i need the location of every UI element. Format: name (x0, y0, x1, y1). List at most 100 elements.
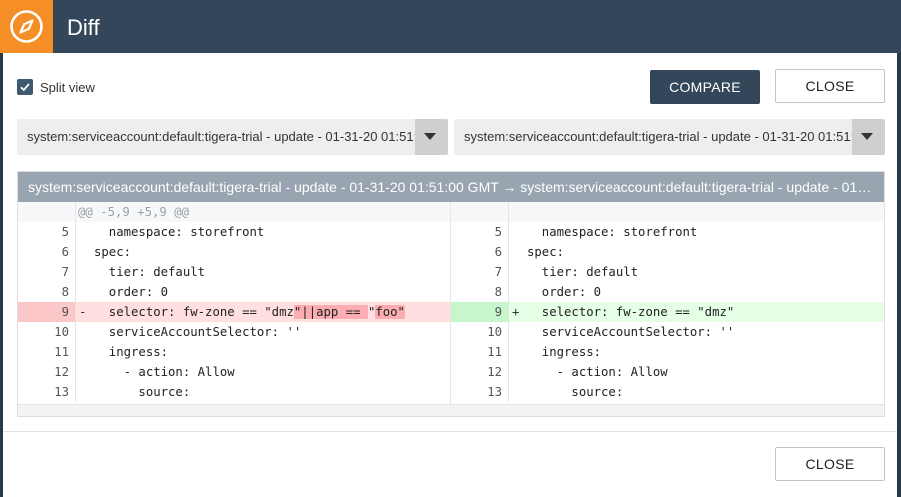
diff-marker (512, 282, 526, 302)
diff-right-pane[interactable]: 5 namespace: storefront 6 spec: 7 tier: def… (451, 202, 884, 404)
footer-divider (3, 431, 897, 432)
code-line: 8 order: 0 (18, 282, 450, 302)
code-text: ingress: (94, 345, 169, 359)
code-line: 10 serviceAccountSelector: '' (18, 322, 450, 342)
diff-left-pane[interactable]: @@ -5,9 +5,9 @@ 5 namespace: storefront 6 s… (18, 202, 451, 404)
logo (0, 0, 53, 53)
code-text: namespace: storefront (527, 225, 698, 239)
code-text: tier: default (94, 265, 206, 279)
diff-marker (512, 262, 526, 282)
left-version-select[interactable]: system:serviceaccount:default:tigera-tri… (17, 119, 448, 155)
diff-marker (79, 342, 93, 362)
code-line: 8 order: 0 (451, 282, 884, 302)
caret-down-icon (424, 133, 436, 140)
split-view-toggle[interactable]: Split view (17, 79, 95, 95)
hunk-header: @@ -5,9 +5,9 @@ (78, 205, 190, 219)
code-line: 7 tier: default (451, 262, 884, 282)
code-text: spec: (94, 245, 132, 259)
left-version-value: system:serviceaccount:default:tigera-tri… (27, 129, 423, 144)
line-number: 11 (451, 342, 509, 362)
diff-marker (512, 362, 526, 382)
right-version-select[interactable]: system:serviceaccount:default:tigera-tri… (454, 119, 885, 155)
hunk-header-row (451, 202, 884, 222)
diff-marker (79, 382, 93, 402)
diff-marker: + (512, 305, 520, 319)
line-number: 13 (451, 382, 509, 402)
line-number: 11 (18, 342, 76, 362)
code-line: 10 serviceAccountSelector: '' (451, 322, 884, 342)
line-number: 5 (18, 222, 76, 242)
diff-marker (79, 242, 93, 262)
code-line: 11 ingress: (451, 342, 884, 362)
code-text: serviceAccountSelector: '' (527, 325, 735, 339)
line-number: 9 (18, 302, 76, 322)
diff-marker (512, 322, 526, 342)
diff-marker: - (79, 305, 87, 319)
line-number: 13 (18, 382, 76, 402)
code-text: selector: fw-zone == "dmz" (527, 305, 735, 319)
line-number: 8 (18, 282, 76, 302)
diff-panel: system:serviceaccount:default:tigera-tri… (17, 171, 885, 417)
line-number: 9 (451, 302, 509, 322)
code-line: 5 namespace: storefront (451, 222, 884, 242)
diff-marker (512, 382, 526, 402)
line-number: 10 (451, 322, 509, 342)
code-line: 5 namespace: storefront (18, 222, 450, 242)
code-line: 12 - action: Allow (18, 362, 450, 382)
close-button-top[interactable]: CLOSE (775, 69, 885, 103)
line-number (451, 202, 509, 222)
line-number: 7 (18, 262, 76, 282)
code-text: namespace: storefront (94, 225, 265, 239)
left-select-dropdown[interactable] (415, 119, 448, 155)
diff-marker (512, 242, 526, 262)
diff-marker (79, 222, 93, 242)
line-number: 8 (451, 282, 509, 302)
split-view-label: Split view (40, 79, 95, 95)
code-text: serviceAccountSelector: '' (94, 325, 302, 339)
line-number: 5 (451, 222, 509, 242)
deleted-line: 9- selector: fw-zone == "dmz"||app == "f… (18, 302, 450, 322)
hunk-header-row: @@ -5,9 +5,9 @@ (18, 202, 450, 222)
code-line: 13 source: (18, 382, 450, 402)
line-number: 10 (18, 322, 76, 342)
horizontal-scrollbar[interactable] (18, 404, 884, 416)
code-text: tier: default (527, 265, 639, 279)
deleted-highlight: foo" (375, 305, 405, 319)
line-number: 6 (18, 242, 76, 262)
code-line: 7 tier: default (18, 262, 450, 282)
deleted-highlight: "||app == (293, 305, 368, 319)
line-number: 12 (451, 362, 509, 382)
code-line: 12 - action: Allow (451, 362, 884, 382)
code-text: - action: Allow (527, 365, 668, 379)
code-text: order: 0 (94, 285, 169, 299)
split-view-checkbox[interactable] (17, 79, 33, 95)
code-text: selector: fw-zone == "dmz"||app == "foo" (94, 302, 405, 322)
code-text: order: 0 (527, 285, 602, 299)
diff-marker (79, 322, 93, 342)
right-version-value: system:serviceaccount:default:tigera-tri… (464, 129, 860, 144)
line-number (18, 202, 76, 222)
code-line: 13 source: (451, 382, 884, 402)
dialog-header: Diff (0, 0, 901, 53)
diff-marker (79, 282, 93, 302)
diff-marker (79, 262, 93, 282)
code-line: 11 ingress: (18, 342, 450, 362)
added-line: 9 + selector: fw-zone == "dmz" (451, 302, 884, 322)
code-fragment: selector: fw-zone == "dmz (94, 305, 294, 319)
compare-button[interactable]: COMPARE (650, 70, 760, 104)
code-text: source: (527, 385, 624, 399)
caret-down-icon (861, 133, 873, 140)
line-number: 7 (451, 262, 509, 282)
diff-header: system:serviceaccount:default:tigera-tri… (18, 172, 884, 202)
line-number: 12 (18, 362, 76, 382)
diff-marker (512, 222, 526, 242)
dialog-title: Diff (67, 15, 100, 40)
compass-icon (10, 10, 43, 43)
diff-marker (512, 342, 526, 362)
code-line: 6 spec: (451, 242, 884, 262)
right-select-dropdown[interactable] (852, 119, 885, 155)
check-icon (20, 83, 30, 92)
window-frame-right (897, 0, 901, 497)
close-button-bottom[interactable]: CLOSE (775, 447, 885, 481)
code-text: ingress: (527, 345, 602, 359)
